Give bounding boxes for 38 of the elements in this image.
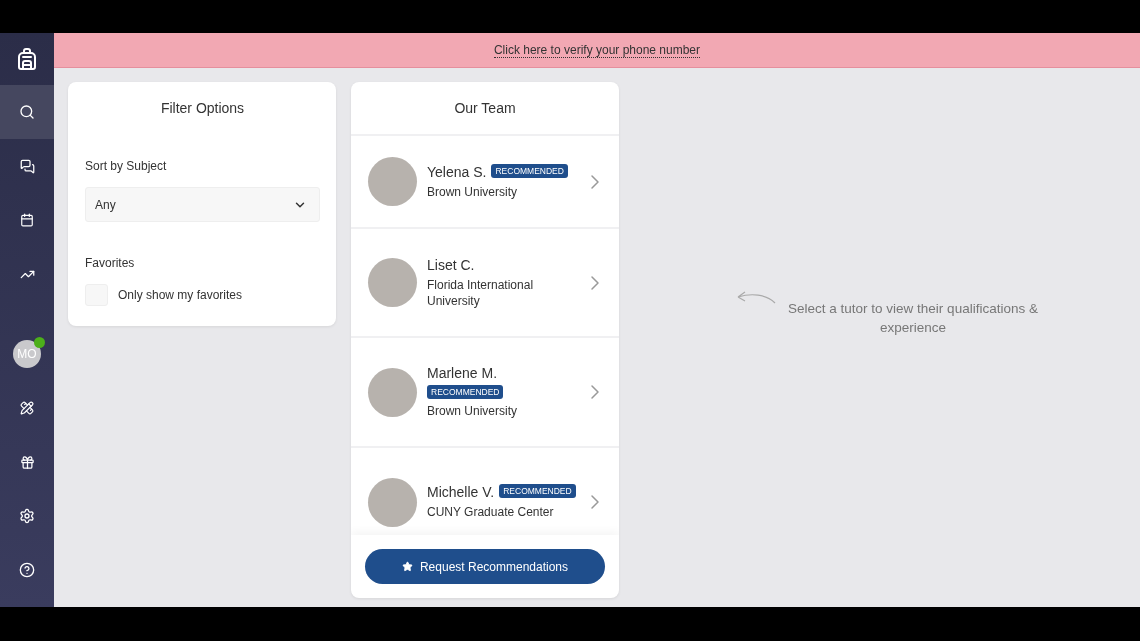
tutor-school: CUNY Graduate Center	[427, 504, 555, 520]
search-icon	[19, 104, 35, 120]
recommended-badge: RECOMMENDED	[491, 163, 568, 178]
tutor-school: Brown University	[427, 403, 519, 419]
photo-placeholder	[368, 258, 417, 307]
help-icon	[19, 562, 35, 578]
recommended-badge: RECOMMENDED	[427, 385, 504, 399]
calendar-icon	[20, 213, 34, 227]
card-title: Our Team	[351, 82, 619, 136]
photo-placeholder	[368, 367, 417, 417]
recommended-badge: RECOMMENDED	[499, 484, 576, 498]
tutor-name: Yelena S.	[427, 163, 487, 180]
tutor-row[interactable]: Liset C. Florida International University	[351, 229, 619, 338]
tutor-school: Florida International University	[427, 276, 535, 309]
field-label: Sort by Subject	[85, 159, 168, 173]
tutor-row[interactable]: Marlene M. RECOMMENDED Brown University	[351, 338, 619, 448]
hint-text: Select a tutor to view their qualifications & experience	[787, 300, 1039, 337]
settings-icon	[19, 508, 35, 524]
search-nav-button[interactable]	[0, 85, 54, 139]
tutor-name: Marlene M.	[427, 365, 498, 381]
backpack-logo-icon	[15, 47, 39, 71]
pencil-ruler-icon	[20, 401, 34, 415]
request-recommendations-button[interactable]: Request Recommendations	[365, 549, 605, 584]
tutor-school: Brown University	[427, 183, 519, 200]
card-title: Filter Options	[159, 99, 246, 118]
tutor-row[interactable]: Yelena S. RECOMMENDED Brown University	[351, 136, 619, 229]
field-label: Favorites	[85, 256, 136, 270]
curved-arrow-icon	[736, 291, 776, 305]
photo-placeholder	[368, 157, 417, 206]
star-icon	[401, 561, 413, 572]
verify-phone-link[interactable]: Click here to verify your phone number	[493, 42, 701, 58]
tutor-name: Liset C.	[427, 256, 475, 273]
chat-icon	[19, 158, 35, 174]
tutor-name: Michelle V.	[427, 484, 495, 500]
photo-placeholder	[368, 477, 417, 527]
gift-icon	[19, 454, 35, 470]
subject-dropdown[interactable]: Any	[85, 187, 320, 222]
checkbox-label: Only show my favorites	[118, 288, 243, 302]
